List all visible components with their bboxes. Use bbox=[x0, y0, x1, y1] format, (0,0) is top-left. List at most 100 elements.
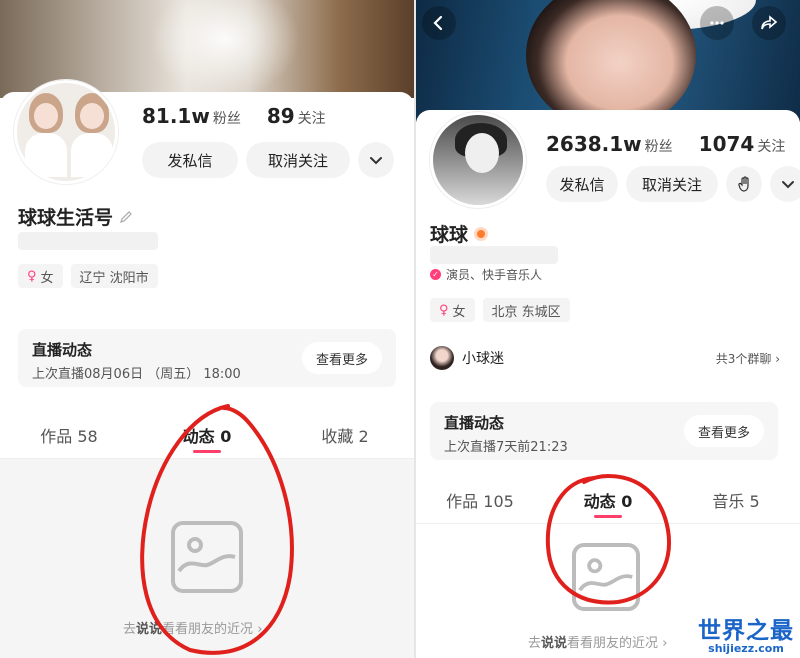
profile-tags: ♀ 女 辽宁 沈阳市 bbox=[18, 264, 158, 288]
check-icon: ✓ bbox=[430, 269, 441, 280]
hint-text: 看看朋友的近况 bbox=[567, 636, 659, 651]
redacted-id bbox=[18, 232, 158, 250]
empty-hint[interactable]: 去说说看看朋友的近况 › bbox=[123, 618, 262, 637]
tab-music[interactable]: 音乐 5 bbox=[672, 476, 800, 523]
watermark-url: shijiezz.com bbox=[708, 642, 784, 655]
profile-name-text: 球球生活号 bbox=[18, 207, 114, 229]
female-icon: ♀ bbox=[27, 268, 37, 284]
content-tabs: 作品 105 动态 0 音乐 5 bbox=[416, 476, 800, 524]
tab-works[interactable]: 作品 105 bbox=[416, 476, 544, 523]
image-placeholder-icon bbox=[572, 543, 640, 611]
share-icon bbox=[761, 15, 778, 30]
ellipsis-icon bbox=[710, 21, 724, 25]
hint-text: 看看朋友的近况 bbox=[162, 622, 254, 637]
unfollow-button[interactable]: 取消关注 bbox=[626, 166, 718, 202]
following-count: 1074 bbox=[698, 132, 755, 156]
gender-tag: ♀ 女 bbox=[430, 298, 475, 322]
fan-group-count-text: 共3个群聊 bbox=[715, 351, 772, 366]
fans-label: 粉丝 bbox=[212, 111, 241, 127]
avatar-person bbox=[69, 93, 115, 177]
fans-label: 粉丝 bbox=[644, 139, 673, 155]
live-subtitle: 上次直播08月06日 （周五） 18:00 bbox=[32, 367, 241, 382]
chevron-down-icon bbox=[782, 181, 794, 189]
image-placeholder-icon bbox=[171, 521, 243, 593]
verified-badge-icon bbox=[474, 226, 489, 241]
share-button[interactable] bbox=[752, 6, 786, 40]
chevron-right-icon: › bbox=[662, 636, 668, 651]
live-card[interactable]: 直播动态 上次直播7天前21:23 查看更多 bbox=[430, 402, 778, 460]
banner-portrait bbox=[526, 0, 696, 122]
profile-panel-left: 81.1w 粉丝 89 关注 发私信 取消关注 球球生活号 ♀ 女 辽宁 沈阳市 直播… bbox=[0, 0, 414, 658]
more-options-button[interactable] bbox=[700, 6, 734, 40]
following-count: 89 bbox=[266, 104, 295, 128]
fans-stat[interactable]: 81.1w 粉丝 bbox=[142, 104, 241, 128]
profile-name: 球球 bbox=[430, 220, 489, 247]
chevron-right-icon: › bbox=[257, 622, 263, 637]
female-icon: ♀ bbox=[439, 302, 449, 318]
comparison-screenshot: 81.1w 粉丝 89 关注 发私信 取消关注 球球生活号 ♀ 女 辽宁 沈阳市 直播… bbox=[0, 0, 800, 658]
profile-banner bbox=[416, 0, 800, 122]
fan-group-name: 小球迷 bbox=[462, 351, 504, 367]
following-label: 关注 bbox=[757, 139, 786, 155]
tab-favorites[interactable]: 收藏 2 bbox=[276, 411, 414, 458]
avatar-person bbox=[23, 93, 69, 177]
live-title: 直播动态 bbox=[32, 341, 93, 359]
profile-name: 球球生活号 bbox=[18, 203, 133, 230]
profile-name-text: 球球 bbox=[430, 224, 469, 246]
chevron-right-icon: › bbox=[775, 351, 780, 366]
fans-count: 2638.1w bbox=[546, 132, 642, 156]
live-subtitle: 上次直播7天前21:23 bbox=[444, 440, 568, 455]
gender-tag: ♀ 女 bbox=[18, 264, 63, 288]
view-more-button[interactable]: 查看更多 bbox=[301, 342, 382, 374]
tab-moments[interactable]: 动态 0 bbox=[544, 476, 672, 523]
profile-stats: 81.1w 粉丝 89 关注 bbox=[142, 104, 326, 128]
avatar[interactable] bbox=[14, 80, 118, 184]
unfollow-button[interactable]: 取消关注 bbox=[246, 142, 350, 178]
watermark: 世界之最 shijiezz.com bbox=[698, 618, 794, 655]
hint-prefix: 去 bbox=[123, 622, 137, 637]
location-tag: 北京 东城区 bbox=[482, 298, 570, 322]
more-dropdown-button[interactable] bbox=[770, 166, 800, 202]
tab-works[interactable]: 作品 58 bbox=[0, 411, 138, 458]
profile-panel-right: 2638.1w 粉丝 1074 关注 发私信 取消关注 球球 ✓ 演员、快手音乐人 ♀… bbox=[416, 0, 800, 658]
profile-stats: 2638.1w 粉丝 1074 关注 bbox=[546, 132, 785, 156]
fans-stat[interactable]: 2638.1w 粉丝 bbox=[546, 132, 673, 156]
avatar[interactable] bbox=[430, 112, 526, 208]
hint-prefix: 去 bbox=[528, 636, 542, 651]
live-title: 直播动态 bbox=[444, 414, 505, 432]
fan-group-row[interactable]: 小球迷 共3个群聊 › bbox=[430, 344, 780, 372]
hint-link[interactable]: 说说 bbox=[541, 636, 567, 651]
chevron-left-icon bbox=[433, 15, 443, 31]
gender-text: 女 bbox=[452, 304, 466, 320]
fan-group-avatar bbox=[430, 346, 454, 370]
send-message-button[interactable]: 发私信 bbox=[546, 166, 618, 202]
redacted-id bbox=[430, 246, 558, 264]
edit-icon[interactable] bbox=[119, 210, 133, 224]
chevron-down-icon bbox=[370, 157, 382, 165]
verification-text: 演员、快手音乐人 bbox=[446, 268, 543, 282]
empty-hint[interactable]: 去说说看看朋友的近况 › bbox=[528, 632, 667, 651]
gender-text: 女 bbox=[40, 270, 54, 286]
location-tag: 辽宁 沈阳市 bbox=[70, 264, 158, 288]
following-label: 关注 bbox=[297, 111, 326, 127]
more-dropdown-button[interactable] bbox=[358, 142, 394, 178]
view-more-button[interactable]: 查看更多 bbox=[683, 415, 764, 447]
fan-group-count: 共3个群聊 › bbox=[716, 350, 780, 367]
back-button[interactable] bbox=[422, 6, 456, 40]
watermark-text: 世界之最 bbox=[698, 618, 794, 644]
verification-desc: ✓ 演员、快手音乐人 bbox=[430, 266, 542, 283]
avatar-photo bbox=[433, 115, 523, 205]
hint-link[interactable]: 说说 bbox=[136, 622, 162, 637]
profile-actions: 发私信 取消关注 bbox=[142, 142, 394, 178]
live-card[interactable]: 直播动态 上次直播08月06日 （周五） 18:00 查看更多 bbox=[18, 329, 396, 387]
content-tabs: 作品 58 动态 0 收藏 2 bbox=[0, 411, 414, 459]
profile-tags: ♀ 女 北京 东城区 bbox=[430, 298, 570, 322]
profile-actions: 发私信 取消关注 bbox=[546, 166, 800, 202]
tab-moments[interactable]: 动态 0 bbox=[138, 411, 276, 458]
fans-count: 81.1w bbox=[142, 104, 210, 128]
following-stat[interactable]: 1074 关注 bbox=[699, 132, 786, 156]
hand-icon bbox=[738, 176, 749, 192]
following-stat[interactable]: 89 关注 bbox=[267, 104, 326, 128]
poke-button[interactable] bbox=[726, 166, 762, 202]
send-message-button[interactable]: 发私信 bbox=[142, 142, 238, 178]
